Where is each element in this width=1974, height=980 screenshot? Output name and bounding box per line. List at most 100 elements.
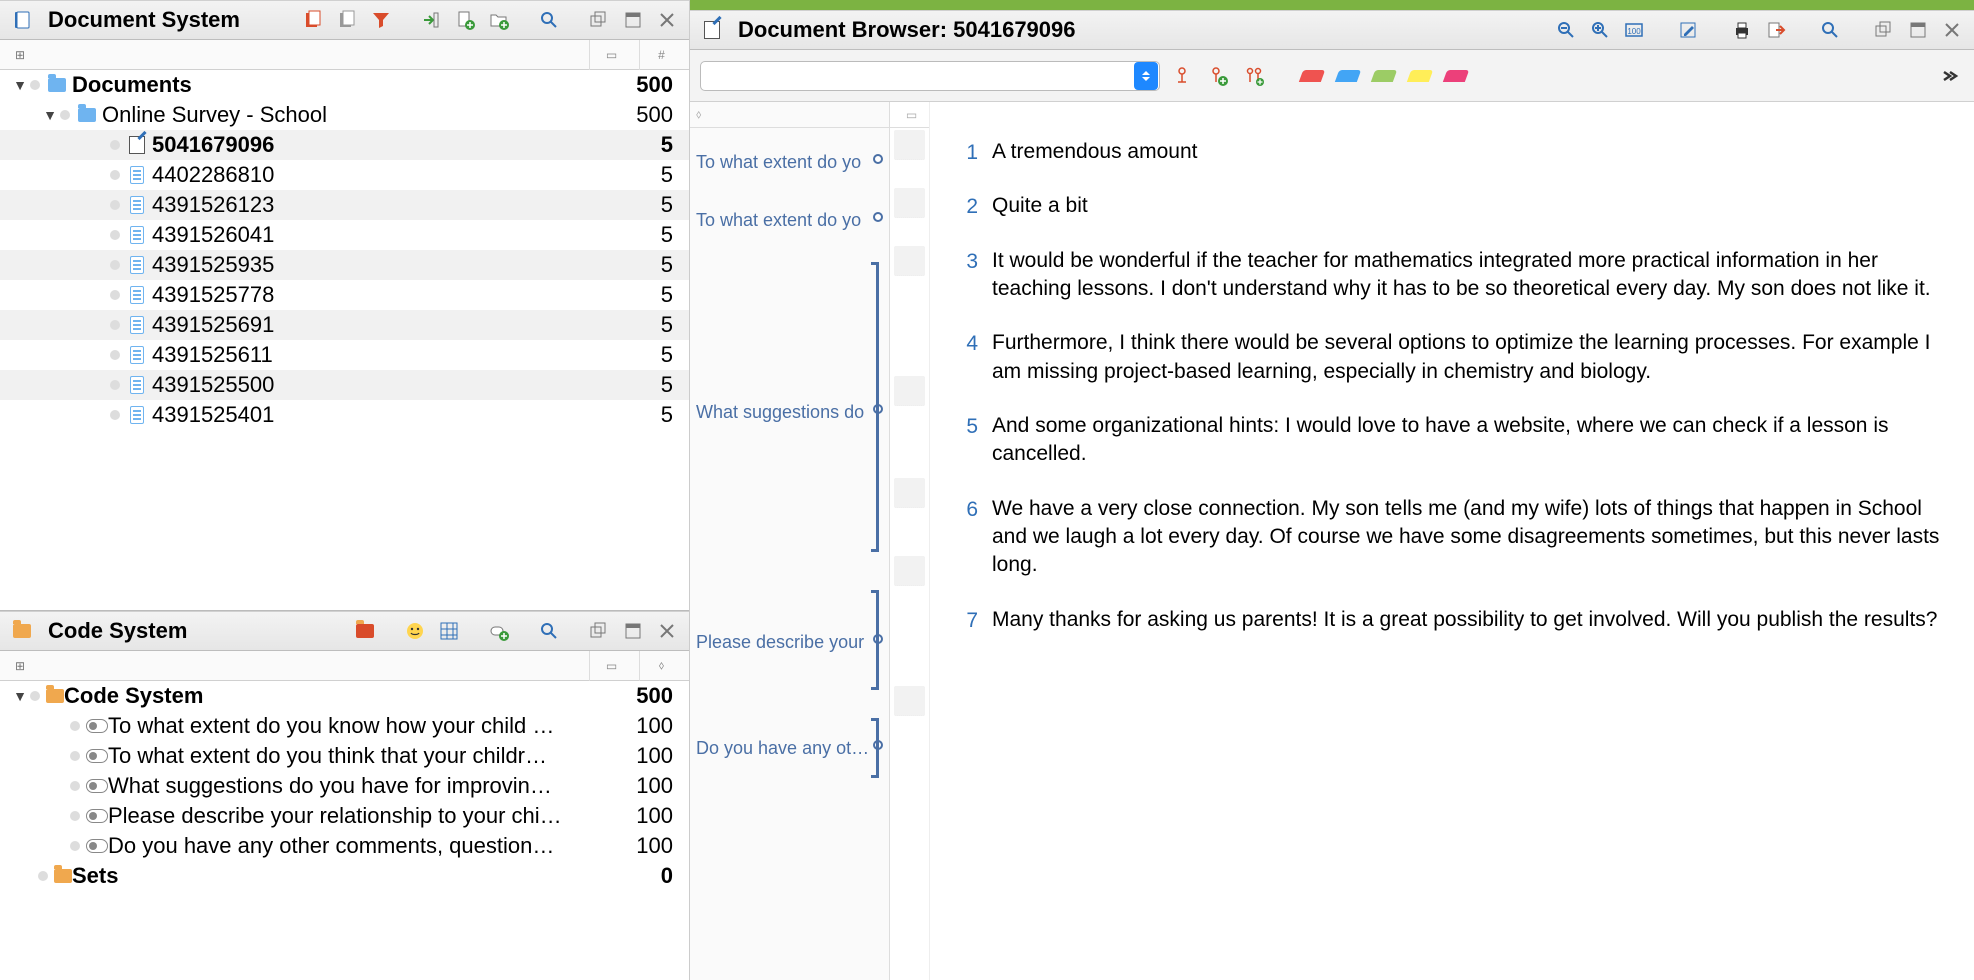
maximize-codesys-button[interactable]	[619, 617, 647, 645]
code-label[interactable]: What suggestions do	[696, 402, 864, 423]
memo-slot[interactable]	[894, 130, 925, 160]
zoom-in-button[interactable]	[1586, 16, 1614, 44]
paragraph[interactable]: 4Furthermore, I think there would be sev…	[946, 329, 1954, 386]
document-tree[interactable]: ▼ Documents 500 ▼ Online Survey - School…	[0, 70, 689, 610]
highlighter-blue[interactable]	[1334, 62, 1362, 90]
close-browser-button[interactable]	[1938, 16, 1966, 44]
document-item[interactable]: 44022868105	[0, 160, 689, 190]
paragraph-text[interactable]: Many thanks for asking us parents! It is…	[992, 606, 1954, 634]
combo-dropdown-button[interactable]	[1134, 62, 1158, 90]
highlighter-yellow[interactable]	[1406, 62, 1434, 90]
zoom-out-button[interactable]	[1552, 16, 1580, 44]
paragraph[interactable]: 3It would be wonderful if the teacher fo…	[946, 247, 1954, 304]
filter-docs-button[interactable]	[367, 6, 395, 34]
code-item[interactable]: To what extent do you think that your ch…	[0, 741, 689, 771]
code-item[interactable]: Please describe your relationship to you…	[0, 801, 689, 831]
memo-slot[interactable]	[894, 188, 925, 218]
quick-code-combo[interactable]	[700, 61, 1160, 91]
document-item[interactable]: 43915260415	[0, 220, 689, 250]
paragraph-text[interactable]: We have a very close connection. My son …	[992, 495, 1954, 580]
code-item[interactable]: Do you have any other comments, question…	[0, 831, 689, 861]
paragraph[interactable]: 1A tremendous amount	[946, 138, 1954, 166]
activate-codes-button[interactable]	[351, 617, 379, 645]
document-browser-toolbar: Document Browser: 5041679096 100	[690, 10, 1974, 50]
memo-slot[interactable]	[894, 556, 925, 586]
paragraph-text[interactable]: Quite a bit	[992, 192, 1954, 220]
import-doc-button[interactable]	[417, 6, 445, 34]
document-item[interactable]: 43915259355	[0, 250, 689, 280]
activate-all-docs-button[interactable]	[299, 6, 327, 34]
paragraph-number: 5	[946, 413, 992, 470]
document-item[interactable]: 50416790965	[0, 130, 689, 160]
memo-slot[interactable]	[894, 686, 925, 716]
search-codes-button[interactable]	[535, 617, 563, 645]
code-memo-column-icon: ▭	[589, 651, 633, 681]
emoticodes-button[interactable]	[401, 617, 429, 645]
close-docsys-button[interactable]	[653, 6, 681, 34]
paragraph-text[interactable]: A tremendous amount	[992, 138, 1954, 166]
maximize-browser-button[interactable]	[1904, 16, 1932, 44]
deactivate-docs-button[interactable]	[333, 6, 361, 34]
code-item[interactable]: To what extent do you know how your chil…	[0, 711, 689, 741]
print-button[interactable]	[1728, 16, 1756, 44]
code-label[interactable]: Please describe your	[696, 632, 864, 653]
memo-column[interactable]: ▭	[890, 102, 930, 980]
code-label[interactable]: To what extent do yo	[696, 152, 861, 173]
new-doc-button[interactable]	[451, 6, 479, 34]
sets-node[interactable]: Sets 0	[0, 861, 689, 891]
code-matrix-button[interactable]	[435, 617, 463, 645]
undock-codesys-button[interactable]	[585, 617, 613, 645]
undock-docsys-button[interactable]	[585, 6, 613, 34]
tree-toggle-icon[interactable]: ⊞	[6, 41, 34, 69]
paragraph[interactable]: 6We have a very close connection. My son…	[946, 495, 1954, 580]
document-system-toolbar: Document System	[0, 0, 689, 40]
paragraph[interactable]: 2Quite a bit	[946, 192, 1954, 220]
folder-online-survey[interactable]: ▼ Online Survey - School 500	[0, 100, 689, 130]
paragraph-text[interactable]: It would be wonderful if the teacher for…	[992, 247, 1954, 304]
paragraph[interactable]: 7Many thanks for asking us parents! It i…	[946, 606, 1954, 634]
code-root[interactable]: ▼ Code System 500	[0, 681, 689, 711]
code-label[interactable]: Do you have any othe	[696, 738, 871, 759]
document-item[interactable]: 43915257785	[0, 280, 689, 310]
document-item[interactable]: 43915256115	[0, 340, 689, 370]
code-invivo-button[interactable]	[1240, 62, 1268, 90]
zoom-reset-button[interactable]: 100	[1620, 16, 1648, 44]
highlighter-red[interactable]	[1298, 62, 1326, 90]
code-label[interactable]: To what extent do yo	[696, 210, 861, 231]
paragraph-text[interactable]: Furthermore, I think there would be seve…	[992, 329, 1954, 386]
document-item[interactable]: 43915255005	[0, 370, 689, 400]
maximize-docsys-button[interactable]	[619, 6, 647, 34]
code-new-button[interactable]	[1204, 62, 1232, 90]
more-tools-button[interactable]	[1936, 62, 1964, 90]
close-codesys-button[interactable]	[653, 617, 681, 645]
document-item[interactable]: 43915261235	[0, 190, 689, 220]
document-text[interactable]: 1A tremendous amount 2Quite a bit 3It woul…	[930, 102, 1974, 980]
paragraph-number: 2	[946, 193, 992, 221]
code-segment-button[interactable]	[1168, 62, 1196, 90]
code-node-icon[interactable]	[873, 154, 883, 164]
new-folder-button[interactable]	[485, 6, 513, 34]
code-item[interactable]: What suggestions do you have for improvi…	[0, 771, 689, 801]
paragraph[interactable]: 5And some organizational hints: I would …	[946, 412, 1954, 469]
coding-toolbar	[690, 50, 1974, 102]
highlighter-magenta[interactable]	[1442, 62, 1470, 90]
code-tree[interactable]: ▼ Code System 500 To what extent do you …	[0, 681, 689, 980]
paragraph-text[interactable]: And some organizational hints: I would l…	[992, 412, 1954, 469]
document-item[interactable]: 43915256915	[0, 310, 689, 340]
edit-mode-button[interactable]	[1674, 16, 1702, 44]
documents-root[interactable]: ▼ Documents 500	[0, 70, 689, 100]
search-browser-button[interactable]	[1816, 16, 1844, 44]
document-item[interactable]: 43915254015	[0, 400, 689, 430]
memo-slot[interactable]	[894, 376, 925, 406]
search-docs-button[interactable]	[535, 6, 563, 34]
export-button[interactable]	[1762, 16, 1790, 44]
memo-slot[interactable]	[894, 478, 925, 508]
code-node-icon[interactable]	[873, 212, 883, 222]
memo-slot[interactable]	[894, 246, 925, 276]
new-code-button[interactable]	[485, 617, 513, 645]
coding-stripe[interactable]: ⬨ To what extent do yo To what extent do…	[690, 102, 890, 980]
code-tree-toggle-icon[interactable]: ⊞	[6, 652, 34, 680]
undock-browser-button[interactable]	[1870, 16, 1898, 44]
highlighter-green[interactable]	[1370, 62, 1398, 90]
quick-code-input[interactable]	[701, 67, 1134, 85]
